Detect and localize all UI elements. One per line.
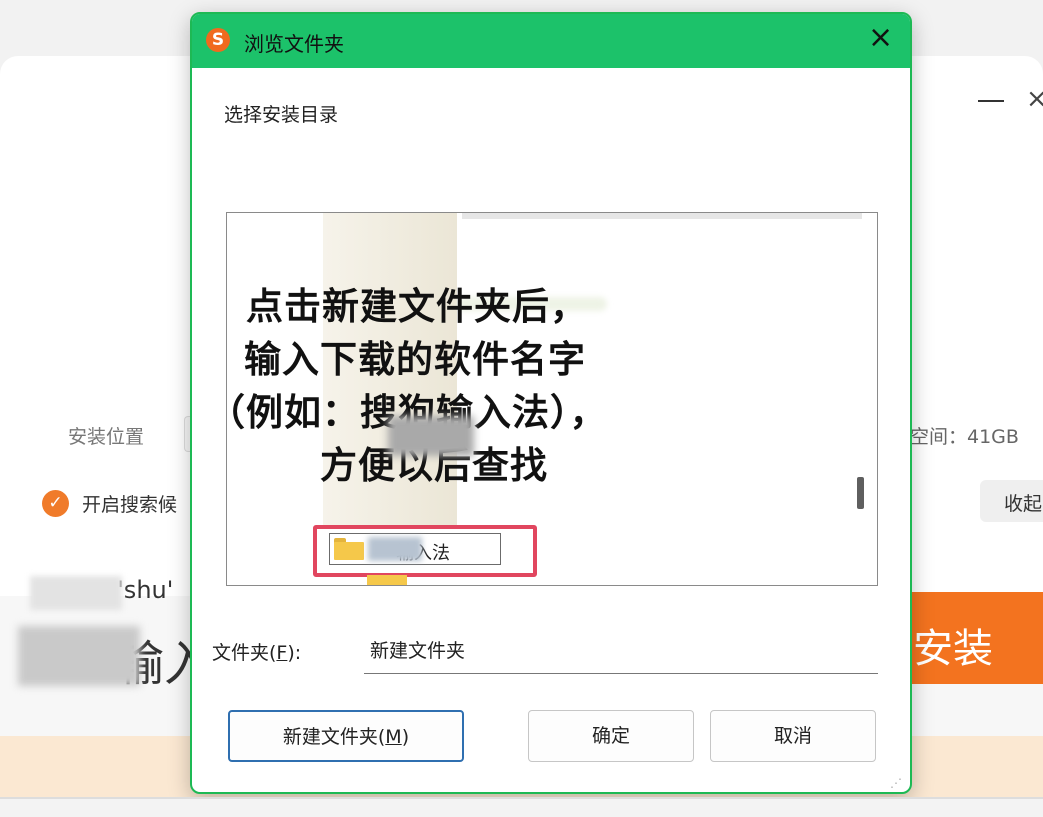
free-space-label: 空间：41GB (910, 426, 1019, 448)
minimize-icon[interactable] (978, 100, 1004, 102)
annotation-line-2: 输入下载的软件名字 (244, 337, 586, 381)
sogou-logo-icon: S (206, 28, 230, 52)
dialog-title-bar: S 浏览文件夹 × (192, 14, 910, 68)
resize-grip-icon[interactable]: ⋰ (890, 776, 902, 790)
scrollbar-thumb[interactable] (857, 477, 864, 509)
ok-button[interactable]: 确定 (528, 710, 694, 762)
browse-folder-dialog: S 浏览文件夹 × 选择安装目录 输入法 点击新建文件夹后， 输入下载的软件名字… (190, 12, 912, 794)
dialog-instruction: 选择安装目录 (224, 104, 339, 126)
folder-field-label: 文件夹(F): (212, 642, 302, 664)
bottom-strip (0, 797, 1043, 817)
annotation-line-1: 点击新建文件夹后， (246, 284, 588, 328)
annotation-overlay: 点击新建文件夹后， 输入下载的软件名字 （例如：搜狗输入法）， 方便以后查找 (208, 280, 728, 492)
folder-tree-blur-top (462, 213, 862, 219)
collapse-button[interactable]: 收起 (980, 480, 1043, 522)
folder-name-blur (368, 537, 422, 561)
cancel-button[interactable]: 取消 (710, 710, 876, 762)
pinyin-blur (30, 576, 122, 610)
search-option-label: 开启搜索候 (82, 494, 178, 516)
folder-icon-partial (367, 575, 407, 585)
install-button[interactable]: 安装 (905, 592, 1043, 684)
folder-tree-item[interactable]: 输入法 (329, 533, 501, 565)
check-icon[interactable]: ✓ (42, 490, 69, 517)
dialog-close-icon[interactable]: × (868, 23, 893, 53)
folder-name-input[interactable] (364, 620, 878, 674)
close-icon[interactable]: × (1026, 86, 1043, 112)
dialog-title: 浏览文件夹 (244, 32, 344, 56)
folder-icon (334, 538, 364, 560)
new-folder-button[interactable]: 新建文件夹(M) (228, 710, 464, 762)
install-location-label: 安装位置 (68, 426, 145, 448)
annotation-blur (388, 416, 474, 456)
brand-blur (18, 626, 140, 686)
